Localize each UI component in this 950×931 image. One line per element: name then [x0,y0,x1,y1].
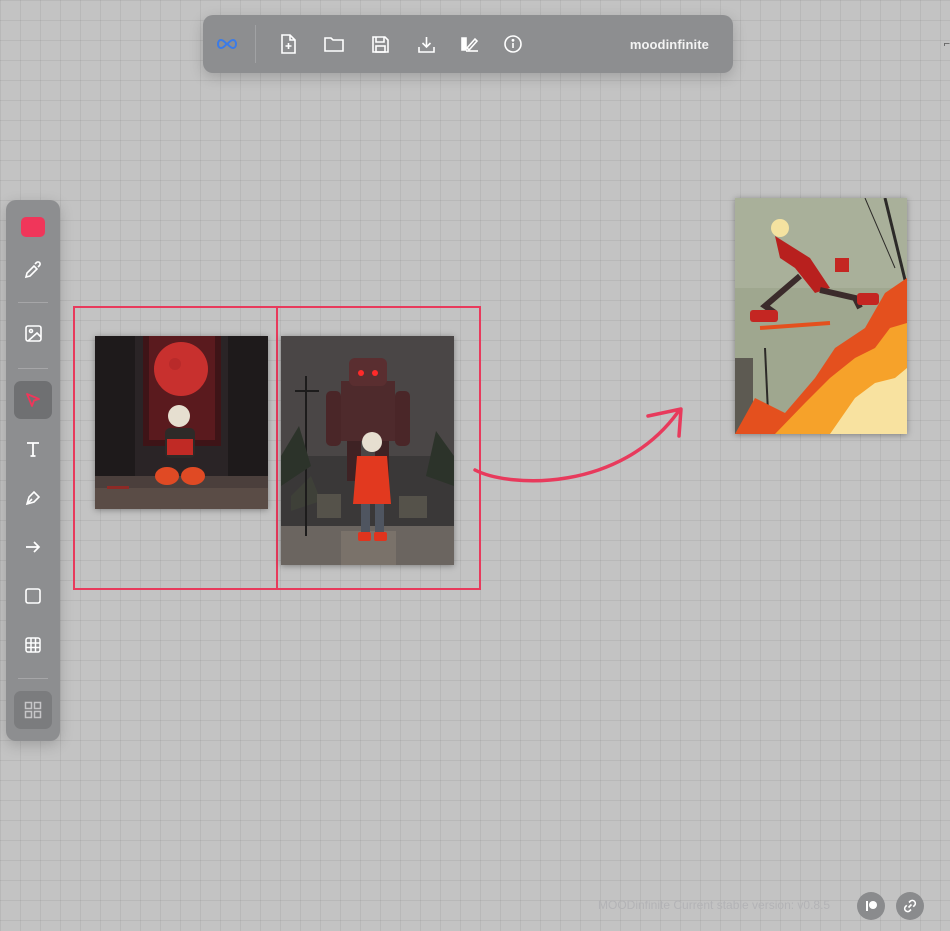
moodboard-image-robot[interactable] [281,336,454,565]
sidebar-divider [18,678,48,679]
edge-glyph: ⌐ [943,38,950,50]
connector-arrow[interactable] [470,400,700,500]
color-swatch-button[interactable] [14,208,52,246]
text-icon[interactable] [14,430,52,468]
sidebar-divider [18,368,48,369]
moodboard-image-moon-reader[interactable] [95,336,268,509]
background-edit-icon[interactable] [458,32,482,56]
save-icon[interactable] [368,32,392,56]
open-folder-icon[interactable] [322,32,346,56]
new-file-icon[interactable] [276,32,300,56]
download-icon[interactable] [414,32,438,56]
pen-icon[interactable] [14,479,52,517]
link-icon[interactable] [896,892,924,920]
eyedropper-icon[interactable] [14,251,52,289]
version-text: MOODinfinite Current stable version: v0.… [598,898,831,912]
arrow-icon[interactable] [14,528,52,566]
info-icon[interactable] [501,32,525,56]
tool-sidebar [6,200,60,741]
rectangle-icon[interactable] [14,577,52,615]
pointer-icon[interactable] [14,381,52,419]
table-grid-icon[interactable] [14,626,52,664]
image-icon[interactable] [14,314,52,352]
app-brand: moodinfinite [629,37,709,52]
sidebar-divider [18,302,48,303]
grid-view-icon[interactable] [14,691,52,729]
moodboard-image-fire-leap[interactable] [735,198,907,434]
color-swatch [21,217,45,237]
toolbar-divider [255,25,256,63]
patreon-icon[interactable] [857,892,885,920]
infinity-icon[interactable] [215,32,239,56]
top-toolbar: moodinfinite [203,15,733,73]
